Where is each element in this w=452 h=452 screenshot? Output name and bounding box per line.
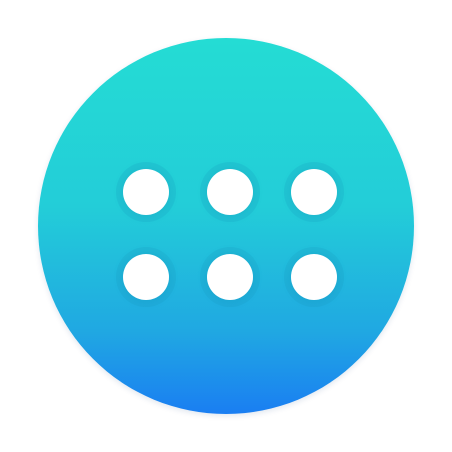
canvas xyxy=(0,0,452,452)
grid-dot-2-3 xyxy=(291,254,337,300)
grid-dot-1-3 xyxy=(291,169,337,215)
grid-dot-1-2 xyxy=(207,169,253,215)
grid-dot-1-1 xyxy=(123,169,169,215)
grid-dot-2-2 xyxy=(207,254,253,300)
grid-dot-2-1 xyxy=(123,254,169,300)
app-grid-icon[interactable] xyxy=(38,38,414,414)
